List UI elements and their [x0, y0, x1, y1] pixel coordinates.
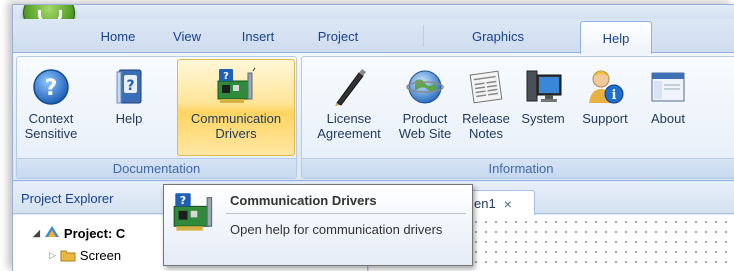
network-card-icon: ? [172, 191, 216, 235]
tooltip-description: Open help for communication drivers [230, 222, 443, 237]
system-button[interactable]: System [516, 59, 570, 156]
about-label: About [651, 111, 685, 126]
tree-item-screen[interactable]: ▷ Screen [49, 245, 121, 265]
globe-icon [405, 67, 445, 107]
product-web-site-button[interactable]: Product Web Site [394, 59, 456, 156]
support-label: Support [582, 111, 628, 126]
tab-view[interactable]: View [157, 19, 217, 53]
svg-text:?: ? [126, 78, 134, 94]
license-label-2: Agreement [317, 126, 381, 141]
license-agreement-button[interactable]: License Agreement [308, 59, 390, 156]
svg-text:i: i [612, 88, 617, 103]
folder-icon [60, 250, 76, 262]
help-book-icon: ? [109, 67, 149, 107]
about-button[interactable]: About [640, 59, 696, 156]
group-label-information: Information [302, 158, 734, 178]
svg-text:?: ? [180, 194, 186, 207]
product-web-site-label-1: Product [402, 111, 448, 126]
close-icon[interactable]: × [504, 196, 512, 212]
group-information: License Agreement Product Web Site Relea… [301, 56, 734, 179]
tab-separator [423, 25, 424, 47]
project-explorer-title: Project Explorer [21, 190, 114, 206]
ribbon-panel: ? Context Sensitive ? Help ? Communicati… [13, 52, 734, 181]
group-label-documentation: Documentation [17, 158, 296, 178]
tooltip-title: Communication Drivers [230, 193, 377, 208]
help-label: Help [115, 111, 143, 126]
release-notes-label-1: Release [462, 111, 510, 126]
tree-item-project-label: Project: C [63, 225, 126, 241]
tab-home[interactable]: Home [83, 19, 153, 53]
pen-icon [329, 67, 369, 107]
newspaper-icon [466, 67, 506, 107]
product-web-site-label-2: Web Site [398, 126, 452, 141]
communication-drivers-button[interactable]: ? Communication Drivers [177, 59, 295, 156]
tree-item-project[interactable]: ◢ Project: C [33, 223, 125, 243]
computer-icon [523, 67, 563, 107]
context-sensitive-label-2: Sensitive [24, 126, 78, 141]
network-card-icon: ? [216, 67, 256, 107]
system-label: System [521, 111, 565, 126]
tab-insert[interactable]: Insert [223, 19, 293, 53]
communication-drivers-label-1: Communication [190, 111, 282, 126]
tab-project[interactable]: Project [298, 19, 378, 53]
release-notes-button[interactable]: Release Notes [458, 59, 514, 156]
support-person-icon: i [585, 67, 625, 107]
window-icon [648, 67, 688, 107]
svg-text:?: ? [223, 71, 229, 82]
release-notes-label-2: Notes [469, 126, 503, 141]
tree-item-screen-label: Screen [79, 247, 122, 263]
tooltip-communication-drivers: ? Communication Drivers Open help for co… [163, 184, 473, 266]
project-icon [44, 226, 59, 237]
expand-arrow-icon[interactable]: ▷ [49, 250, 56, 261]
context-sensitive-button[interactable]: ? Context Sensitive [21, 59, 81, 156]
support-button[interactable]: i Support [572, 59, 638, 156]
tab-help[interactable]: Help [580, 21, 652, 54]
help-button[interactable]: ? Help [101, 59, 157, 156]
title-bar [13, 5, 734, 19]
collapse-arrow-icon[interactable]: ◢ [33, 228, 40, 239]
document-tab-label: en1 [474, 196, 496, 211]
group-documentation: ? Context Sensitive ? Help ? Communicati… [16, 56, 297, 179]
svg-text:?: ? [45, 76, 58, 101]
tab-graphics[interactable]: Graphics [453, 19, 543, 53]
license-label-1: License [326, 111, 372, 126]
ribbon-tab-strip: Home View Insert Project Graphics Help [13, 19, 734, 54]
context-help-icon: ? [31, 67, 71, 107]
context-sensitive-label-1: Context [28, 111, 74, 126]
communication-drivers-label-2: Drivers [215, 126, 257, 141]
tooltip-divider [226, 213, 466, 214]
